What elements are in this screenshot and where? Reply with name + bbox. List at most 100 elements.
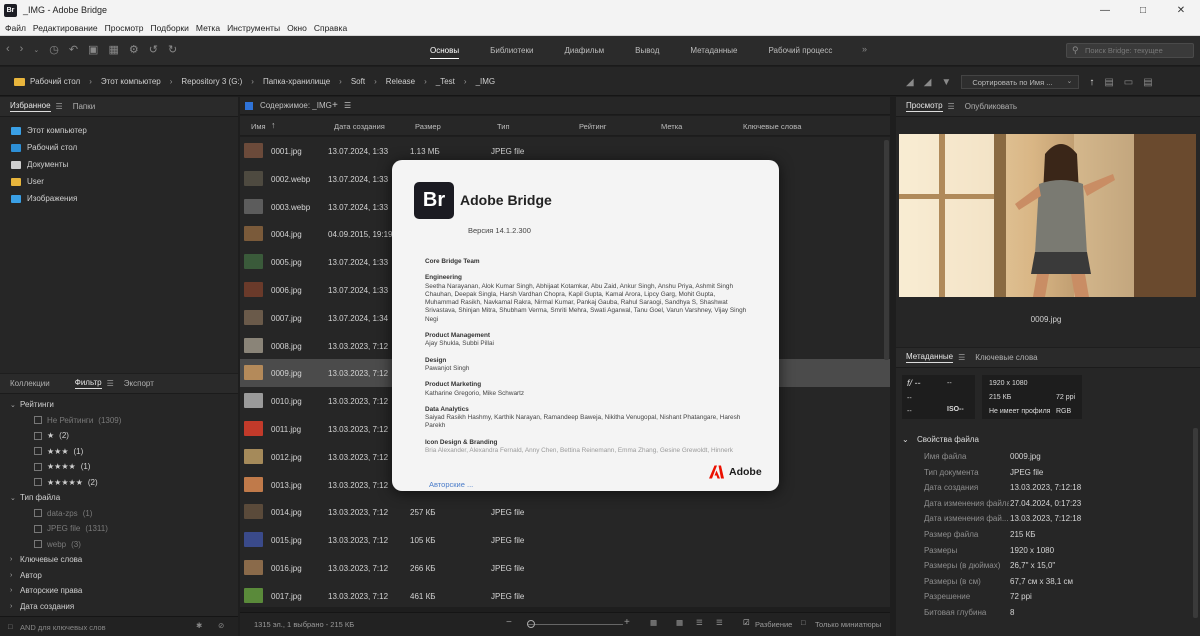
filter-checkbox[interactable]: [34, 524, 42, 533]
file-row[interactable]: 0015.jpg 13.03.2023, 7:12 105 КБ JPEG file: [240, 526, 890, 554]
file-properties-header[interactable]: ⌄ Свойства файла: [902, 435, 979, 444]
panel-menu-icon[interactable]: ☰: [958, 353, 965, 362]
breadcrumb-item[interactable]: Рабочий стол: [30, 77, 80, 86]
favorite-item[interactable]: User: [0, 173, 238, 190]
credits-scroller[interactable]: Core Bridge Team Engineering Seetha Naray…: [425, 258, 750, 454]
filter-checkbox[interactable]: [34, 509, 42, 518]
open-recent-icon[interactable]: ▤: [1104, 77, 1113, 88]
filter-section[interactable]: › Дата создания: [0, 599, 238, 615]
detail-view-icon[interactable]: ☰: [696, 618, 703, 627]
recent-icon[interactable]: ◷: [49, 43, 59, 56]
menu-label[interactable]: Метка: [196, 23, 220, 33]
filter-row[interactable]: ★★★★★ (2): [0, 475, 238, 491]
filter-checkbox[interactable]: [34, 462, 42, 471]
column-size[interactable]: Размер: [415, 122, 441, 131]
authors-link[interactable]: Авторские ...: [429, 480, 473, 489]
column-date[interactable]: Дата создания: [334, 122, 385, 131]
split-checkbox[interactable]: ☑: [743, 618, 750, 627]
breadcrumb-item[interactable]: _Test: [436, 77, 455, 86]
breadcrumb-item[interactable]: Repository 3 (G:): [181, 77, 242, 86]
filter-section[interactable]: › Авторские права: [0, 583, 238, 599]
file-row[interactable]: 0016.jpg 13.03.2023, 7:12 266 КБ JPEG file: [240, 554, 890, 582]
minimize-button[interactable]: —: [1086, 0, 1124, 20]
file-row[interactable]: 0017.jpg 13.03.2023, 7:12 461 КБ JPEG file: [240, 582, 890, 607]
panel-menu-icon[interactable]: ☰: [56, 102, 63, 111]
preview-image[interactable]: [899, 134, 1196, 297]
tab-keywords[interactable]: Ключевые слова: [975, 353, 1037, 362]
filter-section[interactable]: › Автор: [0, 568, 238, 584]
add-icon[interactable]: +: [332, 100, 338, 111]
clear-filter-icon[interactable]: ⊘: [218, 621, 224, 630]
back-icon[interactable]: ‹: [6, 43, 10, 56]
panel-menu-icon[interactable]: ☰: [344, 101, 351, 110]
filter-checkbox[interactable]: [34, 416, 42, 425]
sort-dropdown[interactable]: Сортировать по Имя ... ⌄: [961, 75, 1080, 89]
breadcrumb-item[interactable]: Этот компьютер: [101, 77, 161, 86]
metadata-scrollbar[interactable]: [1193, 428, 1198, 618]
filter-checkbox[interactable]: [34, 431, 42, 440]
close-button[interactable]: ✕: [1162, 0, 1200, 20]
tab-filter[interactable]: Фильтр: [74, 378, 102, 389]
favorite-item[interactable]: Рабочий стол: [0, 139, 238, 156]
workspace-workflow[interactable]: Рабочий процесс: [768, 46, 832, 59]
forward-icon[interactable]: ›: [20, 43, 24, 56]
panel-menu-icon[interactable]: ☰: [948, 102, 955, 111]
filter-icon[interactable]: ▼: [941, 77, 951, 88]
workspace-essentials[interactable]: Основы: [430, 46, 460, 59]
workspace-output[interactable]: Вывод: [635, 46, 659, 59]
chevron-down-icon[interactable]: ⌄: [33, 43, 39, 56]
tab-favorites[interactable]: Избранное: [10, 101, 51, 112]
breadcrumb-item[interactable]: _IMG: [476, 77, 496, 86]
filter-row[interactable]: JPEG file (1311): [0, 521, 238, 537]
filter-row[interactable]: ★ (2): [0, 428, 238, 444]
breadcrumb-item[interactable]: Папка-хранилище: [263, 77, 330, 86]
filter-row[interactable]: ★★★★ (1): [0, 459, 238, 475]
grid-lock-icon[interactable]: ▦: [650, 618, 657, 627]
filter-checkbox[interactable]: [34, 478, 42, 487]
filter-row[interactable]: Не Рейтинги (1309): [0, 413, 238, 429]
workspace-more-button[interactable]: »: [862, 44, 867, 54]
menu-edit[interactable]: Редактирование: [33, 23, 98, 33]
favorite-item[interactable]: Этот компьютер: [0, 122, 238, 139]
filter-checkbox[interactable]: [34, 540, 42, 549]
zoom-in-icon[interactable]: +: [624, 617, 630, 628]
menu-stacks[interactable]: Подборки: [151, 23, 189, 33]
menu-tools[interactable]: Инструменты: [227, 23, 280, 33]
settings-icon[interactable]: ⚙: [129, 43, 139, 56]
favorite-item[interactable]: Изображения: [0, 190, 238, 207]
column-keywords[interactable]: Ключевые слова: [743, 122, 801, 131]
refine-icon[interactable]: ▦: [108, 43, 118, 56]
tab-collections[interactable]: Коллекции: [10, 379, 50, 388]
breadcrumb-item[interactable]: Soft: [351, 77, 365, 86]
filter-section[interactable]: ⌄ Рейтинги: [0, 397, 238, 413]
delete-icon[interactable]: ▤: [1143, 77, 1152, 88]
file-row[interactable]: 0014.jpg 13.03.2023, 7:12 257 КБ JPEG file: [240, 498, 890, 526]
maximize-button[interactable]: □: [1124, 0, 1162, 20]
rotate-right-icon[interactable]: ↻: [168, 43, 177, 56]
thumbs-only-checkbox[interactable]: □: [801, 618, 806, 627]
new-folder-icon[interactable]: ▭: [1124, 77, 1133, 88]
rotate-left-icon[interactable]: ↺: [149, 43, 158, 56]
workspace-libraries[interactable]: Библиотеки: [490, 46, 533, 59]
workspace-filmstrip[interactable]: Диафильм: [564, 46, 604, 59]
filter-row[interactable]: ★★★ (1): [0, 444, 238, 460]
filter-row[interactable]: data-zps (1): [0, 506, 238, 522]
filter-checkbox[interactable]: [34, 447, 42, 456]
tab-preview[interactable]: Просмотр: [906, 101, 943, 112]
breadcrumb-item[interactable]: Release: [386, 77, 415, 86]
menu-help[interactable]: Справка: [314, 23, 347, 33]
search-input[interactable]: ⚲ Поиск Bridge: текущее: [1066, 43, 1194, 58]
sort-up-icon[interactable]: ↑: [271, 120, 276, 130]
rating-filter-icon[interactable]: ◢: [924, 77, 932, 88]
menu-view[interactable]: Просмотр: [105, 23, 144, 33]
menu-file[interactable]: Файл: [5, 23, 26, 33]
tab-folders[interactable]: Папки: [73, 102, 96, 111]
tab-metadata[interactable]: Метаданные: [906, 352, 954, 363]
thumbnail-view-icon[interactable]: ▦: [676, 618, 683, 627]
filter-row[interactable]: webp (3): [0, 537, 238, 553]
column-name[interactable]: Имя: [251, 122, 266, 131]
filter-section[interactable]: › Ключевые слова: [0, 552, 238, 568]
checkbox[interactable]: □: [8, 622, 13, 631]
column-type[interactable]: Тип: [497, 122, 510, 131]
pin-icon[interactable]: ✱: [196, 621, 202, 630]
